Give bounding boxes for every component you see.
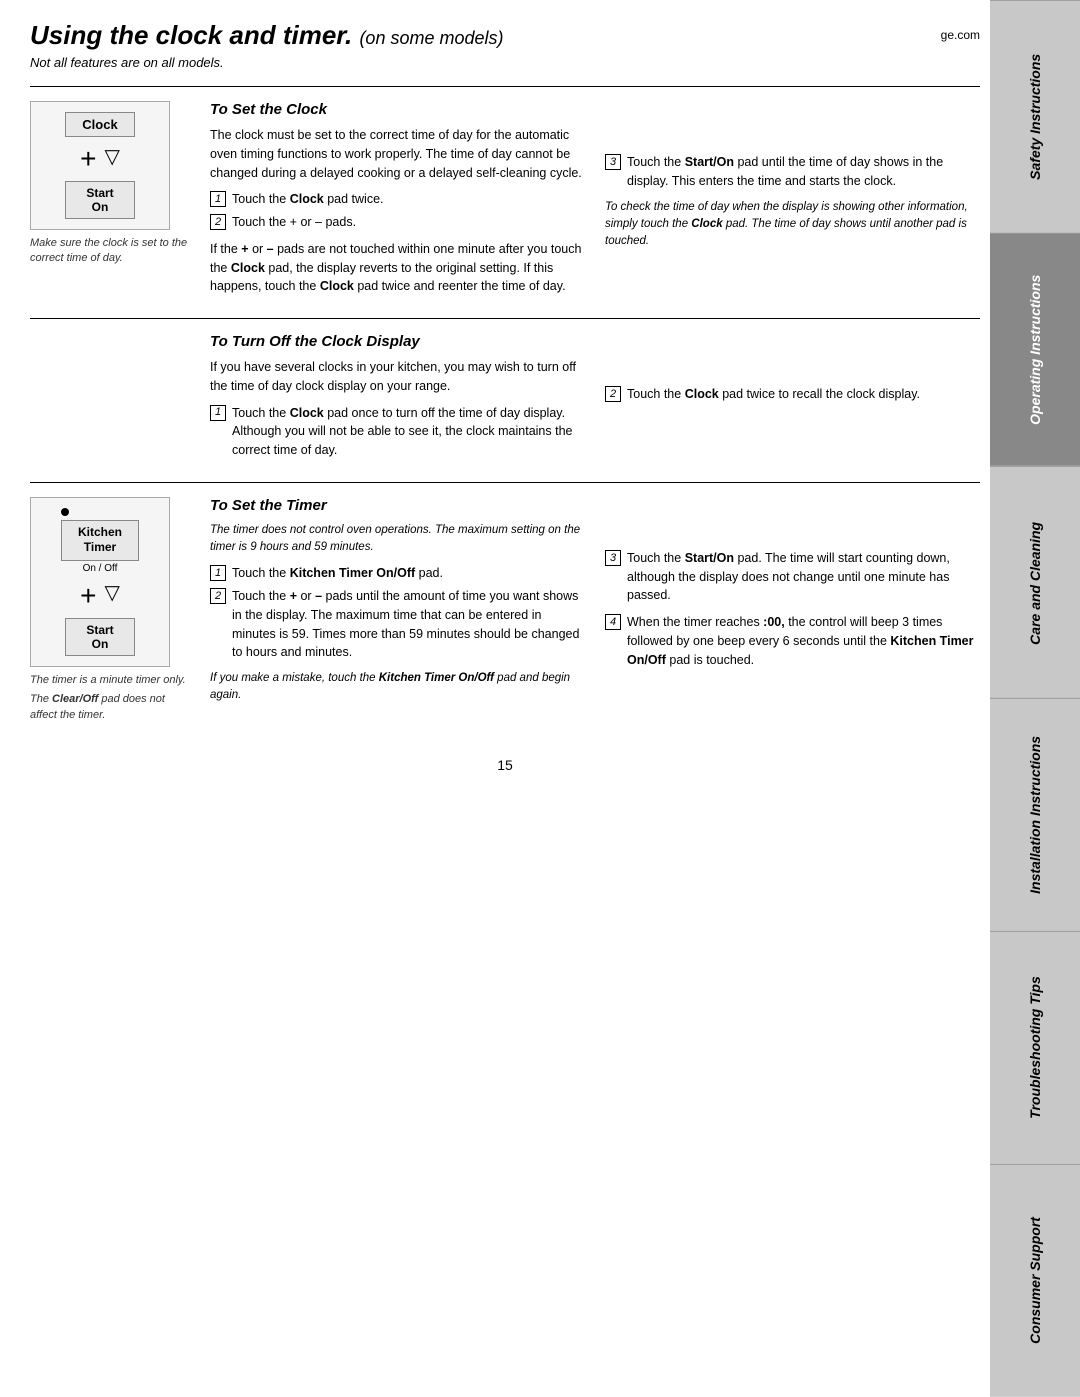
timer-plus-arrow: + xyxy=(80,580,96,612)
clock-section-right: To Set the Clock The clock must be set t… xyxy=(210,101,980,304)
timer-steps-left: 1 Touch the Kitchen Timer On/Off pad. 2 … xyxy=(210,564,585,662)
tab-safety[interactable]: Safety Instructions xyxy=(990,0,1080,233)
turnoff-body: If you have several clocks in your kitch… xyxy=(210,358,585,396)
clock-steps-left: 1 Touch the Clock pad twice. 2 Touch the… xyxy=(210,190,585,232)
turnoff-step-1: 1 Touch the Clock pad once to turn off t… xyxy=(210,404,585,460)
page-title: Using the clock and timer. (on some mode… xyxy=(30,20,504,51)
timer-step-2: 2 Touch the + or – pads until the amount… xyxy=(210,587,585,662)
clock-button: Clock xyxy=(65,112,135,137)
timer-arrows: + ▽ xyxy=(80,580,120,612)
clock-steps-right: 3 Touch the Start/On pad until the time … xyxy=(605,153,980,191)
timer-col-right: 3 Touch the Start/On pad. The time will … xyxy=(605,497,980,723)
clock-arrows: + ▽ xyxy=(80,143,120,175)
all-models-note: Not all features are on all models. xyxy=(30,55,980,70)
timer-steps-right: 3 Touch the Start/On pad. The time will … xyxy=(605,549,980,670)
turnoff-heading: To Turn Off the Clock Display xyxy=(210,333,585,350)
tab-care[interactable]: Care and Cleaning xyxy=(990,466,1080,699)
timer-step-3: 3 Touch the Start/On pad. The time will … xyxy=(605,549,980,605)
timer-minus-arrow: ▽ xyxy=(104,580,119,605)
turnoff-steps-left: 1 Touch the Clock pad once to turn off t… xyxy=(210,404,585,460)
clock-caption: Make sure the clock is set to the correc… xyxy=(30,236,190,267)
clock-section: Clock + ▽ StartOn Make sure the clock is… xyxy=(30,86,980,318)
timer-start-on-button: StartOn xyxy=(65,618,135,656)
timer-sublabel: On / Off xyxy=(83,563,118,574)
timer-dot xyxy=(61,508,69,516)
timer-control-pad: KitchenTimer On / Off + ▽ StartOn xyxy=(30,497,170,667)
tab-installation[interactable]: Installation Instructions xyxy=(990,698,1080,931)
ge-com-label: ge.com xyxy=(941,28,980,42)
clock-col-right: 3 Touch the Start/On pad until the time … xyxy=(605,101,980,304)
turnoff-section: To Turn Off the Clock Display If you hav… xyxy=(30,318,980,482)
timer-section: KitchenTimer On / Off + ▽ StartOn The ti… xyxy=(30,482,980,737)
clock-step-2: 2 Touch the + or – pads. xyxy=(210,213,585,232)
tab-operating[interactable]: Operating Instructions xyxy=(990,233,1080,466)
timer-section-left: KitchenTimer On / Off + ▽ StartOn The ti… xyxy=(30,497,190,723)
turnoff-section-left xyxy=(30,333,190,468)
turnoff-col-right: 2 Touch the Clock pad twice to recall th… xyxy=(605,333,980,468)
timer-step-1: 1 Touch the Kitchen Timer On/Off pad. xyxy=(210,564,585,583)
tab-troubleshooting[interactable]: Troubleshooting Tips xyxy=(990,931,1080,1164)
turnoff-section-right: To Turn Off the Clock Display If you hav… xyxy=(210,333,980,468)
clock-step-3: 3 Touch the Start/On pad until the time … xyxy=(605,153,980,191)
timer-caption2: The Clear/Off pad does not affect the ti… xyxy=(30,692,190,723)
turnoff-col-left: To Turn Off the Clock Display If you hav… xyxy=(210,333,585,468)
timer-start-row: StartOn xyxy=(65,618,135,656)
timer-italic-intro: The timer does not control oven operatio… xyxy=(210,522,585,557)
timer-italic-bottom: If you make a mistake, touch the Kitchen… xyxy=(210,670,585,705)
timer-caption1: The timer is a minute timer only. xyxy=(30,673,190,688)
timer-heading: To Set the Timer xyxy=(210,497,585,514)
timer-col-left: To Set the Timer The timer does not cont… xyxy=(210,497,585,723)
clock-step-1: 1 Touch the Clock pad twice. xyxy=(210,190,585,209)
clock-body: The clock must be set to the correct tim… xyxy=(210,126,585,182)
start-on-button: StartOn xyxy=(65,181,135,219)
minus-arrow: ▽ xyxy=(104,144,119,169)
page-number: 15 xyxy=(30,757,980,773)
clock-control-pad: Clock + ▽ StartOn xyxy=(30,101,170,230)
side-tabs: Safety Instructions Operating Instructio… xyxy=(990,0,1080,1397)
main-content: Using the clock and timer. (on some mode… xyxy=(30,0,980,773)
turnoff-steps-right: 2 Touch the Clock pad twice to recall th… xyxy=(605,385,980,404)
clock-heading: To Set the Clock xyxy=(210,101,585,118)
clock-body2: If the + or – pads are not touched withi… xyxy=(210,240,585,296)
clock-col-left: To Set the Clock The clock must be set t… xyxy=(210,101,585,304)
turnoff-step-2: 2 Touch the Clock pad twice to recall th… xyxy=(605,385,980,404)
page-header: Using the clock and timer. (on some mode… xyxy=(30,20,980,51)
timer-step-4: 4 When the timer reaches :00, the contro… xyxy=(605,613,980,669)
timer-section-right: To Set the Timer The timer does not cont… xyxy=(210,497,980,723)
clock-note-right: To check the time of day when the displa… xyxy=(605,199,980,251)
clock-section-left: Clock + ▽ StartOn Make sure the clock is… xyxy=(30,101,190,304)
tab-consumer[interactable]: Consumer Support xyxy=(990,1164,1080,1397)
clock-start-row: StartOn xyxy=(65,181,135,219)
kitchen-timer-button: KitchenTimer xyxy=(61,520,139,561)
plus-arrow: + xyxy=(80,143,96,175)
